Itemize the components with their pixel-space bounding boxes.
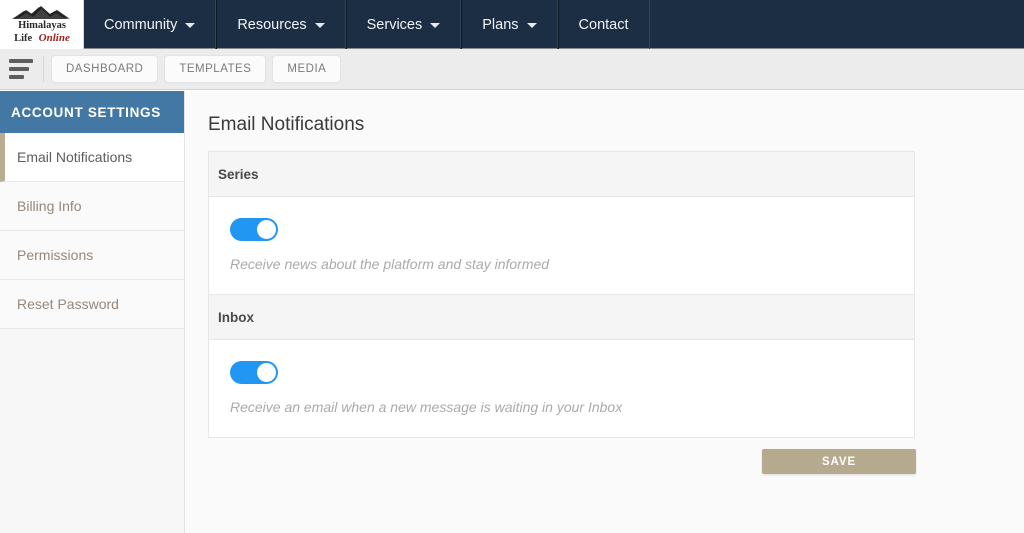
chevron-down-icon (526, 23, 537, 28)
toggle-knob (257, 363, 276, 382)
tab-dashboard[interactable]: DASHBOARD (51, 55, 159, 83)
nav-item-label: Resources (237, 16, 307, 33)
nav-item-label: Services (366, 16, 423, 33)
nav-item-resources[interactable]: Resources (216, 0, 346, 49)
secondary-toolbar: DASHBOARD TEMPLATES MEDIA (0, 49, 1024, 90)
top-navigation-bar: Himalayas Life Online Community Resource… (0, 0, 1024, 49)
tab-media[interactable]: MEDIA (272, 55, 342, 83)
panel-description-inbox: Receive an email when a new message is w… (230, 399, 623, 415)
save-button[interactable]: SAVE (762, 449, 916, 474)
sidebar-header: ACCOUNT SETTINGS (0, 91, 184, 133)
primary-nav-list: Community Resources Services Plans Conta… (84, 0, 650, 49)
panel-body-series: Receive news about the platform and stay… (209, 197, 914, 294)
page-title: Email Notifications (208, 114, 365, 135)
nav-item-plans[interactable]: Plans (461, 0, 558, 49)
panel-heading-inbox: Inbox (209, 295, 914, 340)
toggle-series-notifications[interactable] (230, 218, 278, 241)
sidebar-item-billing-info[interactable]: Billing Info (0, 182, 184, 231)
toggle-knob (257, 220, 276, 239)
brand-name-line1: Himalayas (18, 20, 66, 31)
chevron-down-icon (185, 23, 196, 28)
nav-item-label: Plans (482, 16, 519, 33)
panel-series: Series Receive news about the platform a… (208, 151, 915, 295)
nav-item-community[interactable]: Community (84, 0, 217, 49)
mountain-icon (12, 6, 70, 19)
brand-logo[interactable]: Himalayas Life Online (0, 0, 84, 49)
sidebar-item-label: Billing Info (17, 198, 82, 214)
chevron-down-icon (430, 23, 441, 28)
sidebar-item-label: Email Notifications (17, 149, 133, 165)
hamburger-menu-icon[interactable] (9, 59, 33, 79)
nav-item-contact[interactable]: Contact (557, 0, 650, 49)
nav-item-label: Community (104, 16, 178, 33)
panel-heading-series: Series (209, 152, 914, 197)
panel-inbox: Inbox Receive an email when a new messag… (208, 294, 915, 438)
sidebar-item-reset-password[interactable]: Reset Password (0, 280, 184, 329)
panel-body-inbox: Receive an email when a new message is w… (209, 340, 914, 437)
toolbar-divider (43, 56, 44, 82)
brand-name-line3: Online (38, 32, 70, 44)
tab-templates[interactable]: TEMPLATES (164, 55, 267, 83)
panel-description-series: Receive news about the platform and stay… (230, 256, 550, 272)
sidebar-item-label: Permissions (17, 247, 94, 263)
sidebar-item-permissions[interactable]: Permissions (0, 231, 184, 280)
chevron-down-icon (314, 23, 325, 28)
main-content: Email Notifications Series Receive news … (186, 91, 1024, 533)
sidebar-item-label: Reset Password (17, 296, 119, 312)
nav-item-services[interactable]: Services (345, 0, 462, 49)
sidebar-item-email-notifications[interactable]: Email Notifications (0, 133, 184, 182)
nav-item-label: Contact (578, 16, 629, 33)
brand-name-line2: Life (14, 33, 33, 44)
toggle-inbox-notifications[interactable] (230, 361, 278, 384)
account-settings-sidebar: ACCOUNT SETTINGS Email Notifications Bil… (0, 91, 185, 533)
